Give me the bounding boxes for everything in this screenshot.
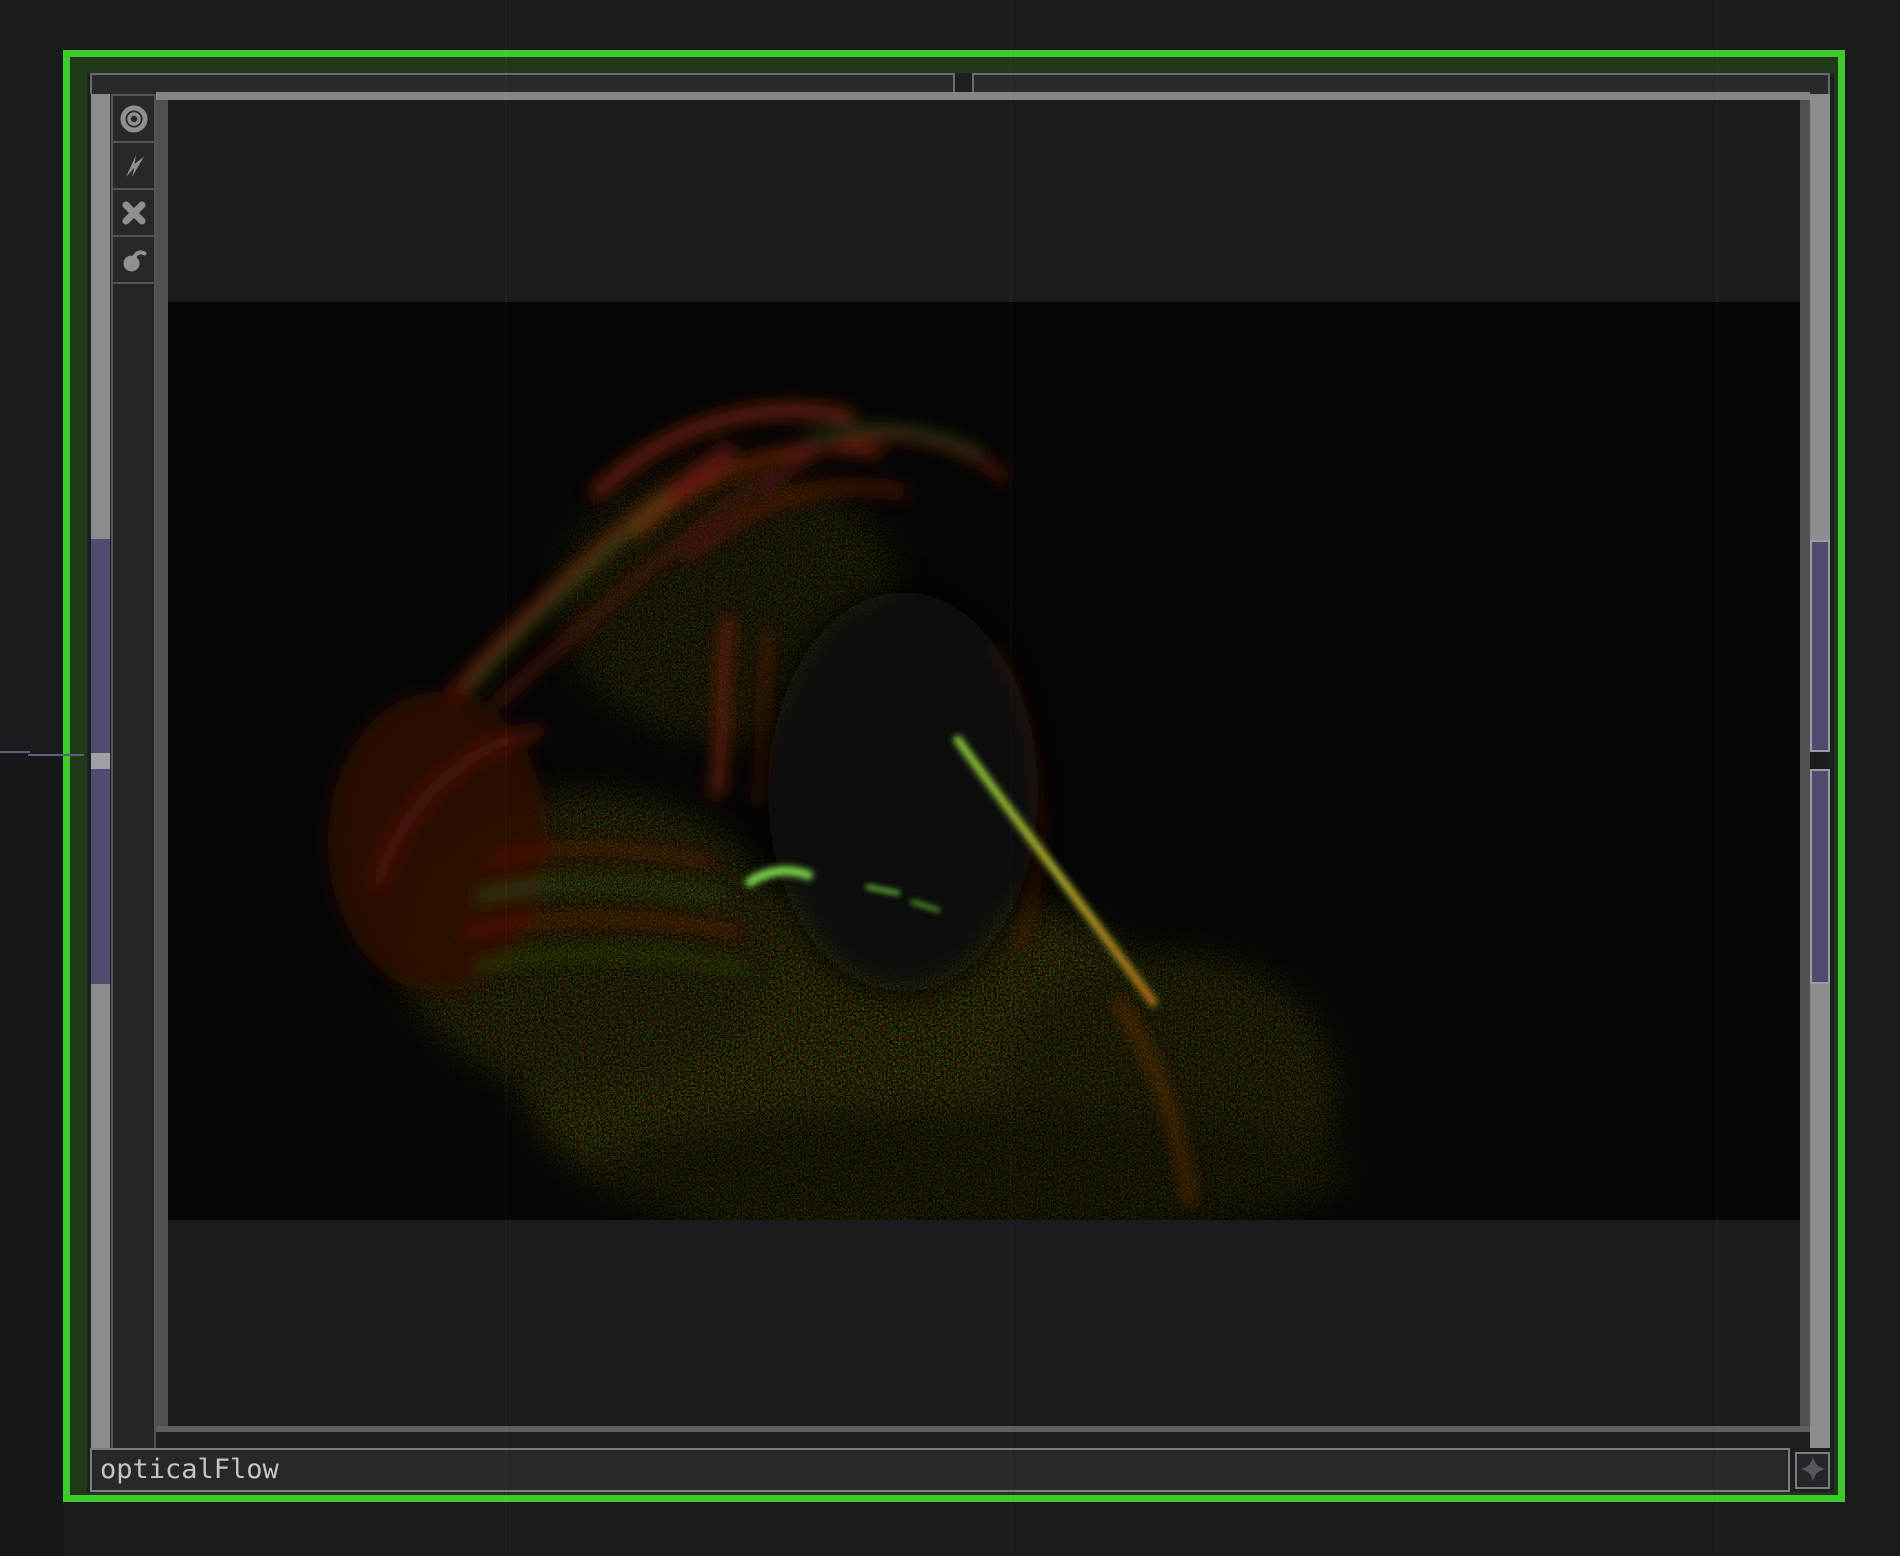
comment-button[interactable]	[1795, 1452, 1830, 1489]
viewer-frame-top	[156, 92, 1810, 100]
viewer-frame-right	[1800, 100, 1810, 1432]
viewer-flag-button[interactable]	[113, 96, 154, 143]
node-flag-column	[111, 94, 156, 1448]
bypass-flag-button[interactable]	[113, 143, 154, 190]
x-icon	[119, 198, 149, 228]
lightning-icon	[119, 151, 149, 181]
optical-flow-image	[168, 302, 1800, 1220]
open-padlock-icon	[119, 245, 149, 275]
background-shade	[0, 754, 63, 1556]
node-name-field[interactable]: opticalFlow	[90, 1448, 1790, 1492]
output-connector-gap	[1810, 752, 1830, 769]
input-connector-1[interactable]	[91, 539, 110, 753]
input-wire[interactable]	[28, 754, 84, 756]
cross-flag-button[interactable]	[113, 190, 154, 237]
input-wire[interactable]	[0, 751, 30, 753]
wire-attach-point[interactable]	[91, 753, 110, 769]
node-viewer[interactable]	[168, 100, 1800, 1426]
lock-flag-button[interactable]	[113, 237, 154, 284]
output-connector-2[interactable]	[1810, 769, 1830, 984]
node-opticalflow[interactable]: opticalFlow	[63, 50, 1845, 1502]
viewer-frame-left	[156, 100, 168, 1432]
node-selection-border: opticalFlow	[70, 57, 1838, 1495]
node-top-rail-left	[90, 73, 955, 94]
ring-icon	[119, 104, 149, 134]
network-editor-background[interactable]: opticalFlow	[0, 0, 1900, 1556]
node-body: opticalFlow	[87, 73, 1834, 1492]
four-point-star-icon	[1798, 1454, 1828, 1488]
output-connector-1[interactable]	[1810, 540, 1830, 752]
viewer-frame-bottom	[156, 1426, 1810, 1432]
input-connector-2[interactable]	[91, 769, 110, 984]
node-top-rail-right	[972, 73, 1830, 94]
